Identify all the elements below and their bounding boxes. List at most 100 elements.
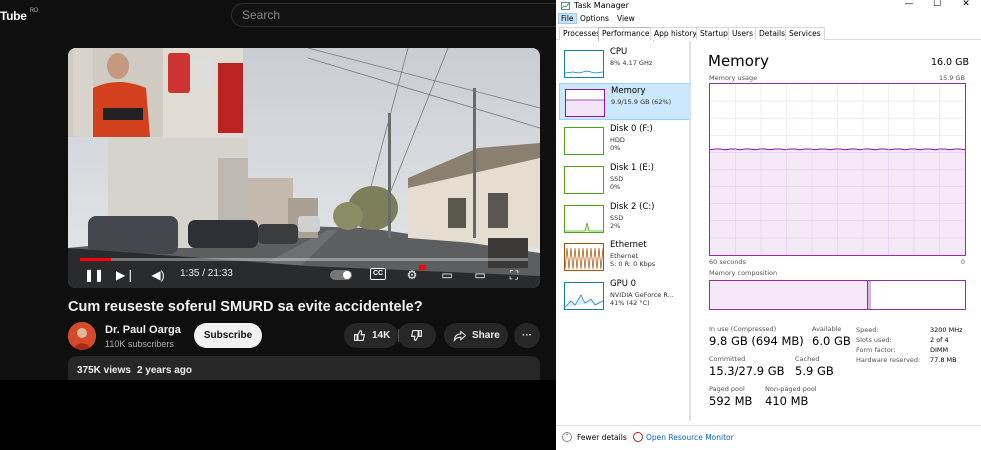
resource-sidebar: CPU 8% 4.17 GHz Memory 9.9/15.9 GB (62%) Dis… (556, 41, 691, 421)
task-manager-icon (561, 2, 570, 10)
title-bar: Task Manager — ☐ ✕ (556, 0, 981, 12)
close-button[interactable]: ✕ (954, 0, 978, 11)
sidebar-thumbnail-graph (564, 282, 604, 310)
description-box[interactable]: 375K views 2 years ago (68, 356, 540, 380)
sidebar-scrollbar[interactable] (689, 41, 690, 421)
sidebar-item-disk-0-f[interactable]: Disk 0 (F:) HDD 0% (559, 122, 690, 159)
menu-file[interactable]: File (558, 13, 577, 24)
stat-cached: Cached 5.9 GB (795, 355, 834, 378)
volume-icon[interactable]: ◀) (150, 267, 166, 283)
channel-avatar[interactable] (68, 322, 96, 350)
stat-available: Available 6.0 GB (812, 325, 851, 348)
sidebar-item-memory[interactable]: Memory 9.9/15.9 GB (62%) (559, 83, 690, 120)
autoplay-toggle[interactable] (330, 270, 352, 280)
sidebar-thumbnail-graph (564, 127, 604, 155)
youtube-logo[interactable]: Tube RO (0, 8, 38, 23)
youtube-window: Tube RO Search ❚❚ ▶❘ ◀) 1:35 / 21:33 CC … (0, 0, 556, 380)
tab-bar: Processes Performance App history Startu… (556, 27, 981, 41)
subscriber-count: 110K subscribers (105, 339, 174, 349)
chevron-up-icon[interactable]: ⌃ (562, 432, 572, 442)
composition-modified (868, 281, 871, 309)
speed-label: Speed: (856, 326, 879, 334)
stat-nonpaged-pool: Non-paged pool 410 MB (765, 385, 817, 408)
player-controls: ❚❚ ▶❘ ◀) 1:35 / 21:33 CC ⚙ ▭ ▭ ⛶ (68, 258, 540, 288)
share-label: Share (472, 330, 500, 341)
like-divider (398, 329, 399, 342)
stat-paged-pool: Paged pool 592 MB (709, 385, 753, 408)
publish-date: 2 years ago (136, 365, 192, 376)
video-player[interactable]: ❚❚ ▶❘ ◀) 1:35 / 21:33 CC ⚙ ▭ ▭ ⛶ (68, 48, 540, 288)
stat-committed: Committed 15.3/27.9 GB (709, 355, 785, 378)
tab-app-history[interactable]: App history (650, 27, 701, 40)
maximize-button[interactable]: ☐ (925, 0, 949, 11)
logo-text: Tube (0, 9, 27, 23)
graph-axis-left: 60 seconds (709, 258, 746, 266)
fewer-details-link[interactable]: Fewer details (577, 433, 627, 442)
resource-monitor-icon (633, 432, 643, 442)
menu-view[interactable]: View (614, 13, 638, 24)
memory-usage-graph (709, 83, 966, 256)
screen: Tube RO Search ❚❚ ▶❘ ◀) 1:35 / 21:33 CC … (0, 0, 981, 450)
tab-startup[interactable]: Startup (696, 27, 732, 40)
picture-in-picture-camera (68, 48, 243, 137)
tab-details[interactable]: Details (755, 27, 790, 40)
video-time: 1:35 / 21:33 (180, 268, 233, 279)
open-resource-monitor-link[interactable]: Open Resource Monitor (646, 433, 734, 442)
sidebar-item-detail: S: 0 R: 0 Kbps (610, 260, 656, 268)
sidebar-item-detail: SSD (610, 214, 624, 222)
search-input[interactable]: Search (231, 3, 556, 27)
video-title: Cum reuseste soferul SMURD sa evite acci… (68, 299, 423, 315)
sidebar-item-disk-2-c[interactable]: Disk 2 (C:) SSD 2% (559, 200, 690, 237)
graph-axis-right: 0 (960, 258, 965, 266)
form-factor-label: Form factor: (856, 346, 896, 354)
window-title: Task Manager (574, 1, 629, 10)
captions-icon[interactable]: CC (370, 268, 386, 280)
sidebar-item-detail: Ethernet (610, 252, 638, 260)
settings-gear-icon[interactable]: ⚙ (404, 267, 420, 283)
footer-bar: ⌃ Fewer details Open Resource Monitor (556, 425, 981, 450)
sidebar-item-title: Disk 2 (C:) (610, 202, 655, 212)
sidebar-item-detail: NVIDIA GeForce R... (610, 291, 674, 299)
stat-in-use: In use (Compressed) 9.8 GB (694 MB) (709, 325, 804, 348)
like-count: 14K (372, 330, 391, 341)
tab-services[interactable]: Services (785, 27, 825, 40)
more-actions-button[interactable]: ··· (514, 323, 540, 348)
sidebar-item-gpu-0[interactable]: GPU 0 NVIDIA GeForce R... 41% (42 °C) (559, 277, 690, 314)
slots-label: Slots used: (856, 336, 892, 344)
video-progress-bar[interactable] (80, 258, 528, 261)
channel-name[interactable]: Dr. Paul Oarga (105, 324, 181, 336)
pause-icon[interactable]: ❚❚ (84, 267, 104, 283)
form-factor-value: DIMM (930, 346, 949, 354)
dislike-button[interactable] (398, 323, 436, 348)
sidebar-item-disk-1-e[interactable]: Disk 1 (E:) SSD 0% (559, 161, 690, 198)
composition-in-use (710, 281, 868, 309)
tab-users[interactable]: Users (728, 27, 758, 40)
minimize-button[interactable]: — (897, 0, 921, 11)
sidebar-item-ethernet[interactable]: Ethernet Ethernet S: 0 R: 0 Kbps (559, 238, 690, 275)
sidebar-item-detail: SSD (610, 175, 624, 183)
sidebar-thumbnail-graph (564, 166, 604, 194)
fullscreen-icon[interactable]: ⛶ (506, 267, 522, 283)
memory-usage-max: 15.9 GB (938, 74, 965, 82)
sidebar-item-detail: 8% 4.17 GHz (610, 59, 653, 67)
sidebar-item-detail: 41% (42 °C) (610, 299, 650, 307)
sidebar-item-cpu[interactable]: CPU 8% 4.17 GHz (559, 45, 690, 82)
sidebar-item-detail: 2% (610, 222, 621, 230)
like-button[interactable]: 14K (344, 323, 398, 348)
sidebar-item-title: Disk 0 (F:) (610, 124, 653, 134)
memory-composition-bar (709, 280, 966, 310)
menu-options[interactable]: Options (577, 13, 612, 24)
tab-performance[interactable]: Performance (598, 27, 654, 41)
hw-reserved-label: Hardware reserved: (856, 356, 921, 364)
task-manager-window: Task Manager — ☐ ✕ File Options View Pro… (556, 0, 981, 450)
subscribe-button[interactable]: Subscribe (194, 323, 262, 348)
sidebar-item-detail: HDD (610, 136, 625, 144)
memory-composition-label: Memory composition (709, 269, 778, 277)
sidebar-item-detail: 9.9/15.9 GB (62%) (611, 98, 672, 106)
memory-total: 16.0 GB (930, 57, 969, 68)
share-button[interactable]: Share (444, 323, 508, 348)
next-icon[interactable]: ▶❘ (116, 267, 135, 283)
sidebar-thumbnail-graph (564, 205, 604, 233)
miniplayer-icon[interactable]: ▭ (439, 267, 455, 283)
theater-mode-icon[interactable]: ▭ (472, 267, 488, 283)
